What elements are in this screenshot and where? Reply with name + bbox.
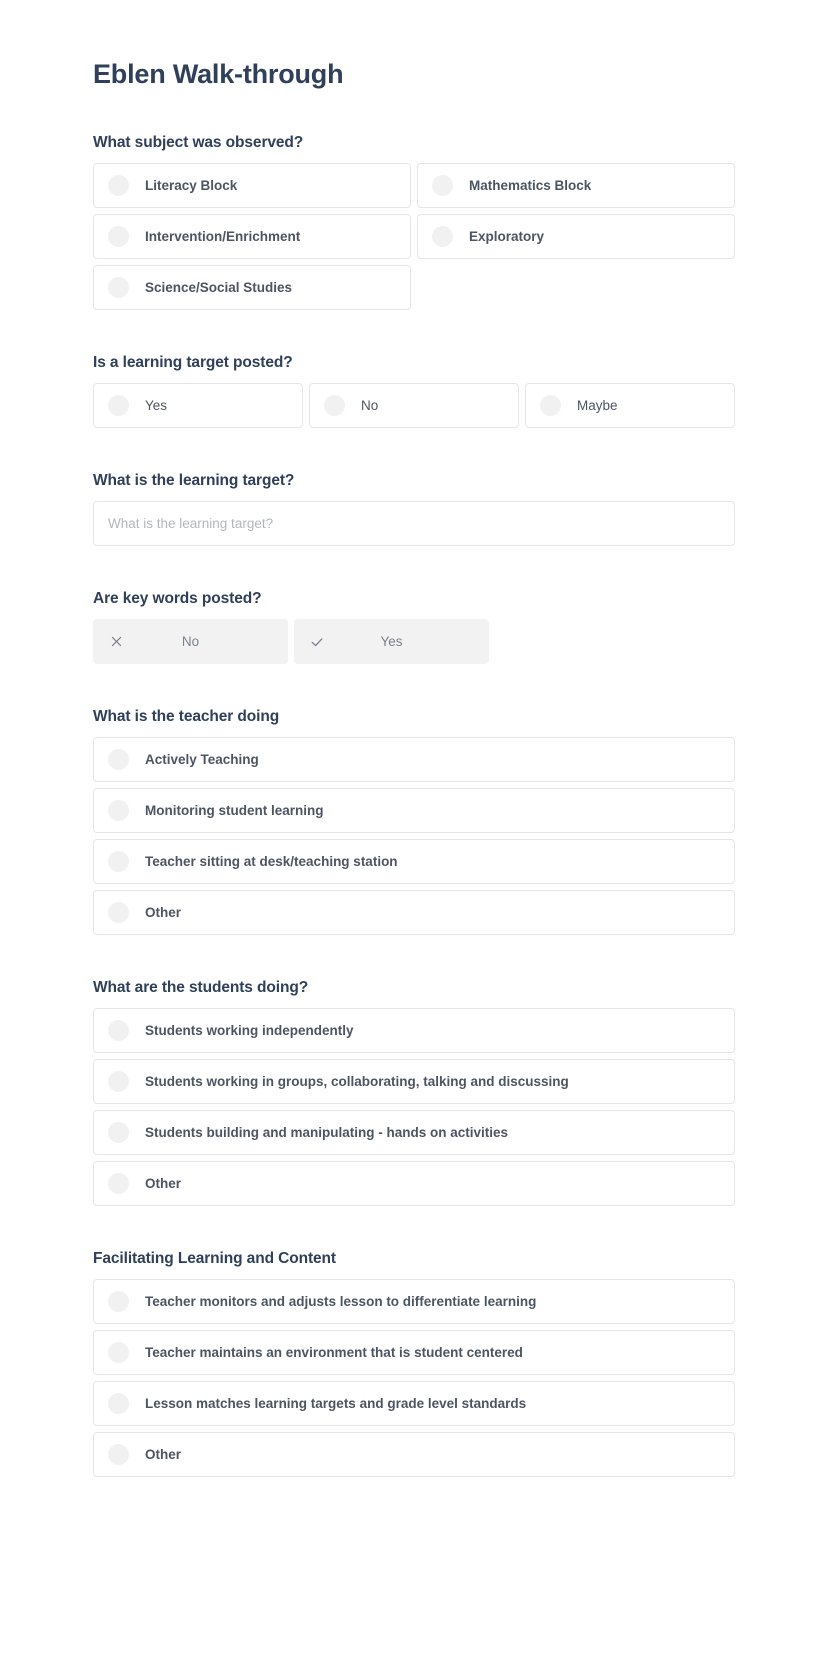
option-other-facilitating[interactable]: Other — [93, 1432, 735, 1478]
radio-icon — [108, 277, 129, 299]
radio-icon — [108, 1444, 129, 1466]
option-students-working-in-groups[interactable]: Students working in groups, collaboratin… — [93, 1059, 735, 1105]
option-label: Literacy Block — [145, 178, 238, 194]
option-literacy-block[interactable]: Literacy Block — [93, 163, 411, 209]
option-label: Other — [145, 1447, 182, 1463]
radio-icon — [323, 395, 345, 417]
radio-icon — [108, 395, 129, 417]
option-other-students[interactable]: Other — [93, 1161, 735, 1207]
option-label: Yes — [145, 398, 168, 414]
radio-icon — [108, 1291, 129, 1313]
close-icon — [108, 634, 124, 650]
radio-icon — [432, 226, 453, 248]
question-label: What subject was observed? — [93, 134, 304, 152]
option-no[interactable]: No — [308, 383, 519, 429]
option-lesson-matches-targets[interactable]: Lesson matches learning targets and grad… — [93, 1381, 735, 1427]
option-yes[interactable]: Yes — [93, 383, 303, 429]
question-label: What are the students doing? — [93, 979, 309, 997]
radio-icon — [108, 1393, 129, 1415]
question-key-words-posted: Are key words posted? No Yes — [93, 590, 735, 665]
question-label: Are key words posted? — [93, 590, 262, 608]
option-label: Students working in groups, collaboratin… — [145, 1074, 569, 1090]
option-group-teacher-doing: Actively Teaching Monitoring student lea… — [93, 737, 735, 936]
option-label: Teacher sitting at desk/teaching station — [145, 854, 398, 870]
question-label: What is the learning target? — [93, 472, 295, 490]
option-exploratory[interactable]: Exploratory — [417, 214, 735, 260]
option-students-working-independently[interactable]: Students working independently — [93, 1008, 735, 1054]
option-teacher-maintains-environment[interactable]: Teacher maintains an environment that is… — [93, 1330, 735, 1376]
option-teacher-sitting-at-desk[interactable]: Teacher sitting at desk/teaching station — [93, 839, 735, 885]
option-intervention-enrichment[interactable]: Intervention/Enrichment — [93, 214, 411, 260]
radio-icon — [108, 1173, 129, 1195]
radio-icon — [108, 175, 129, 197]
option-monitoring-student-learning[interactable]: Monitoring student learning — [93, 788, 735, 834]
radio-icon — [108, 749, 129, 771]
radio-icon — [108, 851, 129, 873]
option-label: Teacher maintains an environment that is… — [145, 1345, 523, 1361]
option-actively-teaching[interactable]: Actively Teaching — [93, 737, 735, 783]
form-content: Eblen Walk-through What subject was obse… — [93, 0, 735, 1478]
option-label: Actively Teaching — [145, 752, 259, 768]
option-label: No — [360, 398, 379, 414]
option-label: Other — [145, 1176, 182, 1192]
option-label: Monitoring student learning — [145, 803, 324, 819]
option-group-students-doing: Students working independently Students … — [93, 1008, 735, 1207]
question-facilitating-learning: Facilitating Learning and Content Teache… — [93, 1250, 735, 1478]
option-students-building-manipulating[interactable]: Students building and manipulating - han… — [93, 1110, 735, 1156]
radio-icon — [539, 395, 561, 417]
radio-icon — [108, 226, 129, 248]
question-label: What is the teacher doing — [93, 708, 280, 726]
radio-icon — [432, 175, 453, 197]
question-subject-observed: What subject was observed? Literacy Bloc… — [93, 134, 735, 311]
option-label: Intervention/Enrichment — [145, 229, 301, 245]
option-label: Exploratory — [469, 229, 545, 245]
option-group-learning-target-posted: Yes No Maybe — [93, 383, 735, 429]
question-students-doing: What are the students doing? Students wo… — [93, 979, 735, 1207]
question-teacher-doing: What is the teacher doing Actively Teach… — [93, 708, 735, 936]
option-group-facilitating-learning: Teacher monitors and adjusts lesson to d… — [93, 1279, 735, 1478]
option-label: Science/Social Studies — [145, 280, 293, 296]
option-label: Students building and manipulating - han… — [145, 1125, 509, 1141]
radio-icon — [108, 1020, 129, 1042]
option-science-social-studies[interactable]: Science/Social Studies — [93, 265, 411, 311]
radio-icon — [108, 1122, 129, 1144]
radio-icon — [108, 800, 129, 822]
option-teacher-monitors-adjusts[interactable]: Teacher monitors and adjusts lesson to d… — [93, 1279, 735, 1325]
toggle-no-button[interactable]: No — [93, 619, 288, 665]
question-learning-target-posted: Is a learning target posted? Yes No Mayb… — [93, 354, 735, 429]
option-label: Other — [145, 905, 182, 921]
radio-icon — [108, 1342, 129, 1364]
question-learning-target-text: What is the learning target? — [93, 472, 735, 547]
option-label: Maybe — [576, 398, 618, 414]
radio-icon — [108, 902, 129, 924]
toggle-yes-button[interactable]: Yes — [294, 619, 489, 665]
option-label: Teacher monitors and adjusts lesson to d… — [145, 1294, 537, 1310]
option-group-subject-observed: Literacy Block Mathematics Block Interve… — [93, 163, 735, 311]
option-label: Students working independently — [145, 1023, 354, 1039]
check-icon — [309, 634, 325, 650]
question-label: Facilitating Learning and Content — [93, 1250, 336, 1268]
question-label: Is a learning target posted? — [93, 354, 293, 372]
option-label: Lesson matches learning targets and grad… — [145, 1396, 527, 1412]
radio-icon — [108, 1071, 129, 1093]
option-mathematics-block[interactable]: Mathematics Block — [417, 163, 735, 209]
option-label: Mathematics Block — [469, 178, 592, 194]
form-page: Eblen Walk-through What subject was obse… — [0, 0, 840, 1680]
option-other-teacher[interactable]: Other — [93, 890, 735, 936]
page-title: Eblen Walk-through — [93, 59, 344, 89]
toggle-group-key-words-posted: No Yes — [93, 619, 489, 665]
option-maybe[interactable]: Maybe — [524, 383, 735, 429]
learning-target-input[interactable] — [93, 501, 735, 547]
